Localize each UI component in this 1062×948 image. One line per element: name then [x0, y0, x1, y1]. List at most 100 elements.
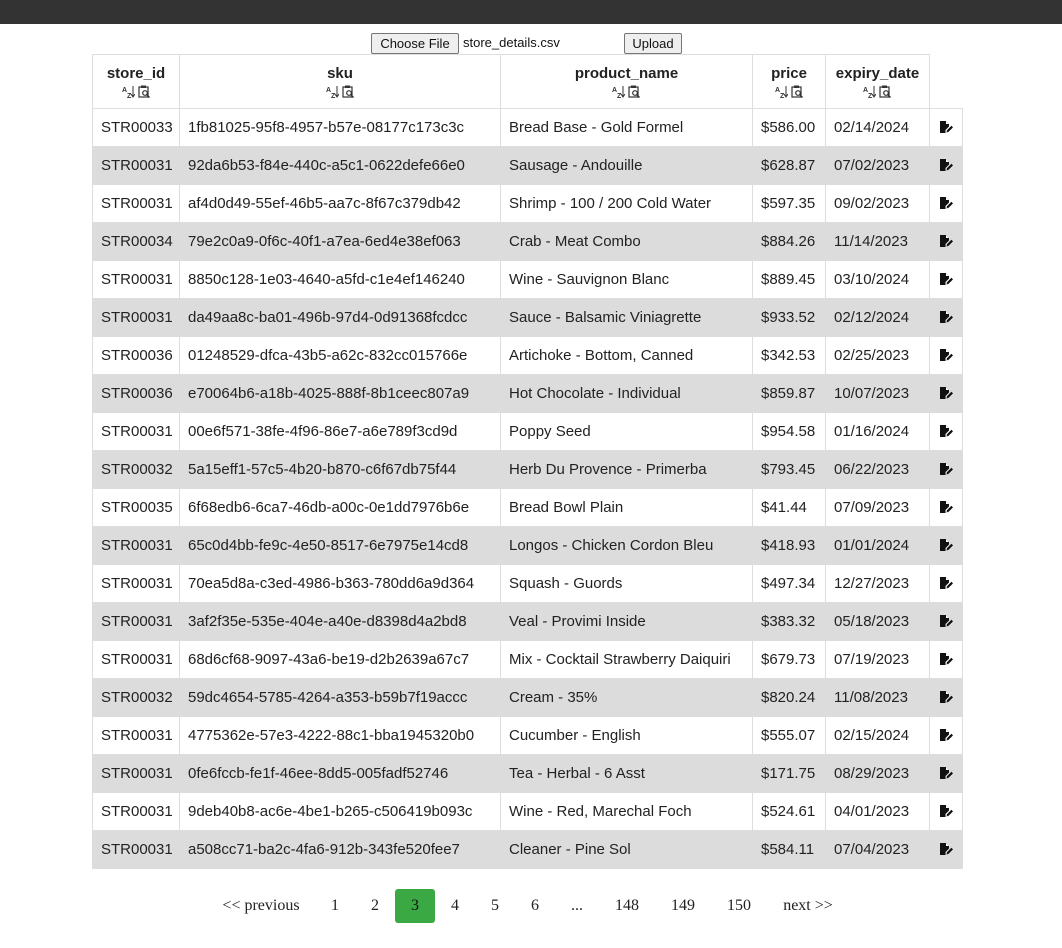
page-link-2[interactable]: 2 [365, 889, 385, 923]
price-cell: $586.00 [752, 108, 826, 147]
sku-cell: 0fe6fccb-fe1f-46ee-8dd5-005fadf52746 [179, 754, 501, 793]
page-link-149[interactable]: 149 [667, 889, 699, 923]
edit-icon[interactable] [939, 577, 953, 591]
row-action-cell [929, 564, 963, 603]
store-id-cell: STR00035 [92, 488, 180, 527]
edit-icon[interactable] [939, 615, 953, 629]
filter-search-icon[interactable] [879, 85, 892, 98]
price-cell: $859.87 [752, 374, 826, 413]
sort-alpha-icon[interactable]: AZ [775, 85, 788, 100]
next-page-link[interactable]: next >> [781, 889, 835, 923]
edit-icon[interactable] [939, 425, 953, 439]
table-row: STR00036 e70064b6-a18b-4025-888f-8b1ceec8… [92, 374, 963, 413]
store-id-cell: STR00034 [92, 222, 180, 261]
sku-cell: 68d6cf68-9097-43a6-be19-d2b2639a67c7 [179, 640, 501, 679]
top-bar [0, 0, 1062, 24]
store-id-cell: STR00031 [92, 260, 180, 299]
sku-cell: 01248529-dfca-43b5-a62c-832cc015766e [179, 336, 501, 375]
edit-icon[interactable] [939, 273, 953, 287]
edit-icon[interactable] [939, 729, 953, 743]
edit-icon[interactable] [939, 463, 953, 477]
page-link-5[interactable]: 5 [485, 889, 505, 923]
column-header: product_name A Z [500, 54, 753, 109]
sort-alpha-icon[interactable]: AZ [122, 85, 135, 100]
edit-icon[interactable] [939, 159, 953, 173]
sku-cell: 70ea5d8a-c3ed-4986-b363-780dd6a9d364 [179, 564, 501, 603]
filter-search-icon[interactable] [137, 85, 151, 98]
sort-alpha-icon[interactable]: AZ [326, 85, 339, 100]
expiry-date-cell: 07/02/2023 [825, 146, 930, 185]
expiry-date-cell: 07/09/2023 [825, 488, 930, 527]
price-cell: $954.58 [752, 412, 826, 451]
product-name-cell: Wine - Sauvignon Blanc [500, 260, 753, 299]
upload-button[interactable]: Upload [624, 33, 682, 54]
table-row: STR00031 92da6b53-f84e-440c-a5c1-0622defe… [92, 146, 963, 185]
edit-icon[interactable] [939, 691, 953, 705]
sku-cell: 6f68edb6-6ca7-46db-a00c-0e1dd7976b6e [179, 488, 501, 527]
price-cell: $820.24 [752, 678, 826, 717]
product-name-cell: Artichoke - Bottom, Canned [500, 336, 753, 375]
page-link-150[interactable]: 150 [723, 889, 755, 923]
edit-icon[interactable] [939, 387, 953, 401]
store-id-cell: STR00031 [92, 716, 180, 755]
edit-icon[interactable] [939, 653, 953, 667]
table-row: STR00033 1fb81025-95f8-4957-b57e-08177c17… [92, 108, 963, 147]
price-cell: $524.61 [752, 792, 826, 831]
expiry-date-cell: 02/12/2024 [825, 298, 930, 337]
edit-icon[interactable] [939, 349, 953, 363]
column-header-label: store_id [106, 64, 166, 82]
store-id-cell: STR00031 [92, 602, 180, 641]
svg-text:Z: Z [617, 93, 622, 98]
expiry-date-cell: 05/18/2023 [825, 602, 930, 641]
filter-search-icon[interactable] [790, 85, 804, 98]
product-name-cell: Sauce - Balsamic Viniagrette [500, 298, 753, 337]
edit-icon[interactable] [939, 311, 953, 325]
price-cell: $679.73 [752, 640, 826, 679]
price-cell: $383.32 [752, 602, 826, 641]
price-cell: $884.26 [752, 222, 826, 261]
price-cell: $628.87 [752, 146, 826, 185]
edit-icon[interactable] [939, 235, 953, 249]
column-tools: AZ [863, 85, 892, 100]
product-name-cell: Mix - Cocktail Strawberry Daiquiri [500, 640, 753, 679]
edit-icon[interactable] [939, 539, 953, 553]
edit-icon[interactable] [939, 843, 953, 857]
row-action-cell [929, 488, 963, 527]
expiry-date-cell: 06/22/2023 [825, 450, 930, 489]
edit-icon[interactable] [939, 805, 953, 819]
table-header-row: store_id A Z sku A Z product_name A Z price A Z … [92, 54, 963, 109]
expiry-date-cell: 01/01/2024 [825, 526, 930, 565]
price-cell: $342.53 [752, 336, 826, 375]
sort-alpha-icon[interactable]: AZ [863, 85, 877, 100]
column-tools: AZ [775, 85, 804, 100]
sku-cell: 59dc4654-5785-4264-a353-b59b7f19accc [179, 678, 501, 717]
sort-alpha-icon[interactable]: AZ [612, 85, 626, 100]
page-link-4[interactable]: 4 [445, 889, 465, 923]
choose-file-button[interactable]: Choose File [371, 33, 459, 54]
table-row: STR00031 0fe6fccb-fe1f-46ee-8dd5-005fadf5… [92, 754, 963, 793]
expiry-date-cell: 09/02/2023 [825, 184, 930, 223]
store-id-cell: STR00032 [92, 678, 180, 717]
table-row: STR00031 3af2f35e-535e-404e-a40e-d8398d4a… [92, 602, 963, 641]
price-cell: $793.45 [752, 450, 826, 489]
page-link-1[interactable]: 1 [325, 889, 345, 923]
filter-search-icon[interactable] [628, 85, 641, 98]
table-row: STR00031 00e6f571-38fe-4f96-86e7-a6e789f3… [92, 412, 963, 451]
sku-cell: 9deb40b8-ac6e-4be1-b265-c506419b093c [179, 792, 501, 831]
edit-icon[interactable] [939, 767, 953, 781]
expiry-date-cell: 07/04/2023 [825, 830, 930, 869]
product-name-cell: Sausage - Andouille [500, 146, 753, 185]
price-cell: $584.11 [752, 830, 826, 869]
product-name-cell: Cleaner - Pine Sol [500, 830, 753, 869]
edit-icon[interactable] [939, 121, 953, 135]
row-action-cell [929, 526, 963, 565]
current-page-link[interactable]: 3 [395, 889, 435, 923]
edit-icon[interactable] [939, 501, 953, 515]
previous-page-link[interactable]: << previous [222, 889, 300, 923]
page-link-6[interactable]: 6 [525, 889, 545, 923]
page-link-148[interactable]: 148 [611, 889, 643, 923]
edit-icon[interactable] [939, 197, 953, 211]
filter-search-icon[interactable] [341, 85, 355, 98]
row-action-cell [929, 108, 963, 147]
store-id-cell: STR00031 [92, 640, 180, 679]
